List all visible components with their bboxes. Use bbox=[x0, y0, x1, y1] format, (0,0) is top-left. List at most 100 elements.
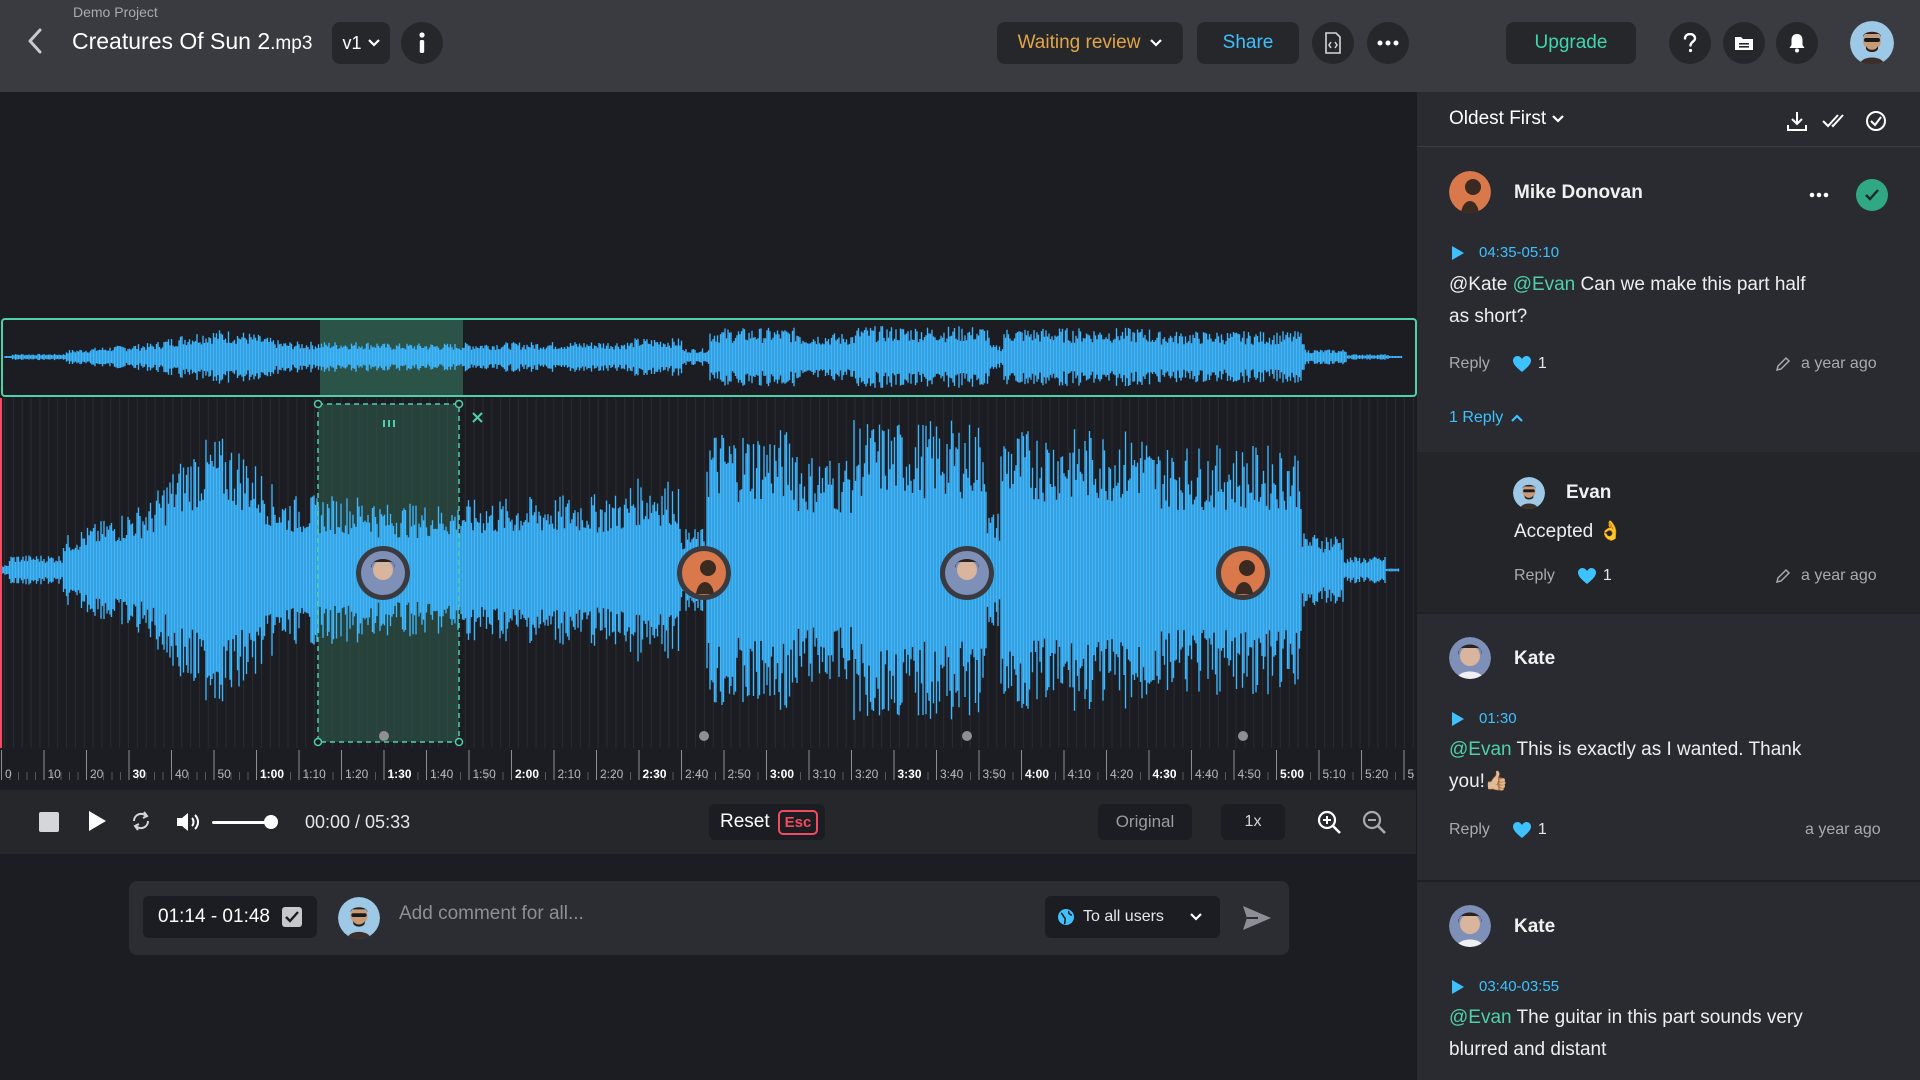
ruler-tick bbox=[1191, 750, 1192, 780]
code-file-icon bbox=[1325, 32, 1341, 54]
ruler-label: 30 bbox=[133, 767, 147, 781]
resolve-all-button[interactable] bbox=[1863, 108, 1889, 134]
reply-button[interactable]: Reply bbox=[1449, 355, 1490, 373]
comment-timestamp[interactable]: 01:30 bbox=[1451, 710, 1517, 727]
comment-time-ago: a year ago bbox=[1775, 355, 1877, 373]
ruler-tick bbox=[681, 750, 682, 780]
embed-code-button[interactable] bbox=[1312, 22, 1354, 64]
selection-handle-tr[interactable] bbox=[454, 399, 464, 409]
reply-button[interactable]: Reply bbox=[1449, 821, 1490, 839]
comment-more-button[interactable] bbox=[1803, 183, 1835, 207]
ruler-label: 4:30 bbox=[1153, 767, 1177, 781]
composer-avatar bbox=[338, 897, 380, 939]
like-button[interactable]: 1 bbox=[1512, 355, 1547, 373]
mark-all-read-button[interactable] bbox=[1822, 108, 1848, 134]
edit-pencil-icon[interactable] bbox=[1775, 356, 1791, 372]
mention-evan[interactable]: @Evan bbox=[1449, 1007, 1512, 1028]
comment-input[interactable] bbox=[399, 903, 1019, 925]
upgrade-button[interactable]: Upgrade bbox=[1506, 22, 1636, 64]
waveform-main[interactable] bbox=[0, 398, 1416, 748]
drag-handle-icon[interactable] bbox=[383, 420, 395, 427]
back-button[interactable] bbox=[20, 26, 50, 56]
stop-button[interactable] bbox=[38, 810, 60, 834]
waveform-overview[interactable] bbox=[1, 318, 1417, 397]
like-button[interactable]: 1 bbox=[1512, 821, 1547, 839]
audience-dropdown[interactable]: To all users bbox=[1045, 896, 1220, 938]
project-name[interactable]: Demo Project bbox=[73, 4, 158, 20]
sort-dropdown[interactable]: Oldest First bbox=[1449, 108, 1564, 130]
mention-evan[interactable]: @Evan bbox=[1449, 739, 1512, 760]
edit-pencil-icon[interactable] bbox=[1775, 568, 1791, 584]
time-ago-label: a year ago bbox=[1801, 567, 1877, 584]
like-count: 1 bbox=[1602, 567, 1612, 584]
playhead[interactable] bbox=[0, 398, 2, 748]
replies-toggle[interactable]: 1 Reply bbox=[1449, 409, 1524, 427]
ruler-tick bbox=[213, 750, 215, 780]
like-button[interactable]: 1 bbox=[1577, 567, 1612, 585]
ruler-minor-tick bbox=[290, 772, 291, 780]
loop-button[interactable] bbox=[130, 810, 152, 832]
comment-author: Kate bbox=[1514, 648, 1556, 669]
main-waveform-graphic bbox=[0, 398, 1414, 748]
player-controls: 00:00 / 05:33 Reset Esc Original 1x bbox=[0, 790, 1416, 854]
ruler-minor-tick bbox=[587, 772, 589, 780]
comment-timestamp[interactable]: 04:35-05:10 bbox=[1451, 244, 1559, 261]
time-display: 00:00 / 05:33 bbox=[305, 812, 411, 832]
playback-speed-button[interactable]: 1x bbox=[1221, 804, 1285, 840]
original-button[interactable]: Original bbox=[1098, 804, 1192, 840]
ruler-minor-tick bbox=[800, 772, 801, 780]
play-button[interactable] bbox=[87, 810, 107, 832]
comments-panel-header: Oldest First bbox=[1417, 92, 1920, 147]
download-icon bbox=[1787, 112, 1807, 131]
comment-actions: Reply 1 bbox=[1449, 821, 1547, 839]
avatar-image bbox=[1449, 637, 1491, 679]
download-comments-button[interactable] bbox=[1784, 108, 1810, 134]
stop-icon bbox=[39, 812, 59, 832]
time-range-checkbox[interactable] bbox=[281, 907, 302, 927]
resolve-comment-button[interactable] bbox=[1856, 179, 1888, 211]
grid-line bbox=[1386, 398, 1388, 748]
zoom-out-button[interactable] bbox=[1361, 809, 1387, 835]
globe-icon bbox=[1058, 909, 1074, 925]
zoom-in-button[interactable] bbox=[1316, 809, 1342, 835]
volume-slider-knob[interactable] bbox=[264, 815, 278, 829]
share-button[interactable]: Share bbox=[1197, 22, 1299, 64]
more-options-button[interactable] bbox=[1367, 22, 1409, 64]
reply-text: Accepted 👌 bbox=[1514, 521, 1623, 542]
ruler-tick bbox=[1106, 750, 1107, 780]
selection-handle-br[interactable] bbox=[454, 737, 464, 747]
waveform-path bbox=[4, 326, 1403, 388]
ruler-label: 5:00 bbox=[1280, 767, 1304, 781]
comment-actions: Reply 1 bbox=[1449, 355, 1547, 373]
ruler-label: 1:40 bbox=[430, 767, 454, 781]
selection-handle-tl[interactable] bbox=[313, 399, 323, 409]
comment-timestamp-label: 01:30 bbox=[1479, 710, 1517, 727]
comment-avatar bbox=[1449, 637, 1491, 679]
ruler-minor-tick bbox=[18, 772, 19, 780]
like-count: 1 bbox=[1537, 821, 1547, 838]
comment-text: @Kate @Evan Can we make this part half as… bbox=[1449, 269, 1869, 333]
info-button[interactable] bbox=[401, 22, 443, 64]
version-dropdown[interactable]: v1 bbox=[332, 22, 390, 64]
ruler-tick bbox=[596, 750, 597, 780]
mention-evan[interactable]: @Evan bbox=[1513, 274, 1576, 295]
selection-handle-bl[interactable] bbox=[313, 737, 323, 747]
volume-button[interactable] bbox=[175, 810, 201, 834]
ruler-tick bbox=[851, 750, 852, 780]
notifications-button[interactable] bbox=[1776, 22, 1818, 64]
ruler-tick bbox=[638, 750, 640, 780]
files-button[interactable] bbox=[1723, 22, 1765, 64]
help-button[interactable] bbox=[1669, 22, 1711, 64]
timeline-ruler[interactable]: 0 10 20 30 40 50 1:00 1:10 1:20 1:30 1:40 1:50 2:00 2… bbox=[0, 748, 1439, 790]
status-dropdown[interactable]: Waiting review bbox=[997, 22, 1183, 64]
reply-button[interactable]: Reply bbox=[1514, 567, 1555, 585]
comment-timestamp[interactable]: 03:40-03:55 bbox=[1451, 978, 1559, 995]
ruler-tick bbox=[341, 750, 342, 780]
reset-button[interactable]: Reset Esc bbox=[709, 804, 825, 840]
user-avatar[interactable] bbox=[1850, 21, 1894, 65]
mention-kate[interactable]: @Kate bbox=[1449, 274, 1507, 295]
check-circle-icon bbox=[1866, 111, 1886, 131]
send-button[interactable] bbox=[1241, 903, 1273, 933]
time-range-selector[interactable]: 01:14 - 01:48 bbox=[143, 896, 317, 938]
top-bar: Demo Project Creatures Of Sun 2.mp3 v1 W… bbox=[0, 0, 1920, 92]
